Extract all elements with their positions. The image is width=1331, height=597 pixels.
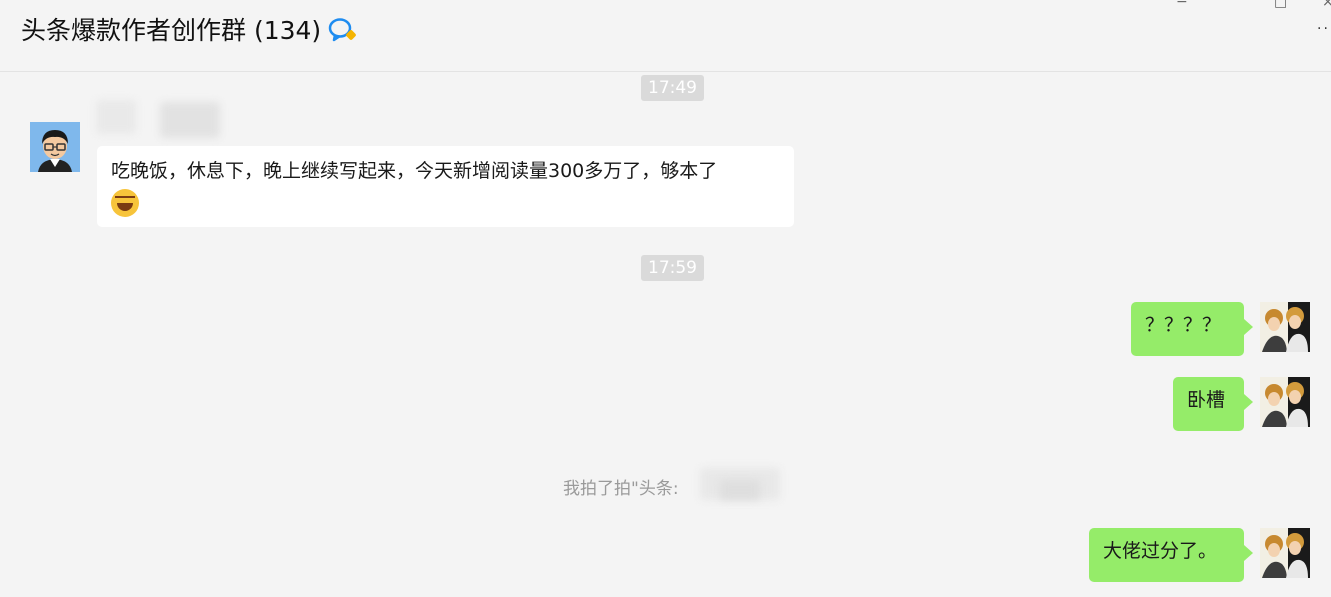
message-bubble-incoming[interactable]: 吃晚饭，休息下，晚上继续写起来，今天新增阅读量300多万了，够本了 xyxy=(97,146,794,227)
message-bubble-outgoing[interactable]: ？？？？ xyxy=(1131,302,1253,356)
blurred-sender-name xyxy=(96,100,136,134)
my-avatar[interactable] xyxy=(1260,377,1310,427)
blurred-name xyxy=(720,480,760,500)
message-text: 大佬过分了。 xyxy=(1103,540,1218,562)
sender-avatar[interactable] xyxy=(30,122,80,172)
blurred-sender-name xyxy=(160,102,220,138)
minimize-icon[interactable]: − xyxy=(1176,0,1188,10)
close-icon[interactable]: × xyxy=(1322,0,1331,10)
timestamp: 17:49 xyxy=(641,75,704,101)
message-text: ？？？？ xyxy=(1145,314,1222,336)
more-options-icon[interactable]: ·· xyxy=(1317,22,1331,44)
laughing-crying-emoji-icon xyxy=(111,188,139,217)
maximize-icon[interactable]: □ xyxy=(1274,0,1287,10)
message-text: 吃晚饭，休息下，晚上继续写起来，今天新增阅读量300多万了，够本了 xyxy=(111,160,718,182)
my-avatar[interactable] xyxy=(1260,302,1310,352)
timestamp: 17:59 xyxy=(641,255,704,281)
system-message: 我拍了拍"头条: xyxy=(563,479,679,499)
message-bubble-outgoing[interactable]: 卧槽 xyxy=(1173,377,1253,431)
my-avatar[interactable] xyxy=(1260,528,1310,578)
chat-title-row: 头条爆款作者创作群 (134) xyxy=(21,11,357,47)
chat-bubble-icon[interactable] xyxy=(327,15,357,43)
message-bubble-outgoing[interactable]: 大佬过分了。 xyxy=(1089,528,1253,582)
chat-header: 头条爆款作者创作群 (134) − □ × ·· xyxy=(0,0,1331,72)
message-text: 卧槽 xyxy=(1187,389,1226,411)
chat-title[interactable]: 头条爆款作者创作群 (134) xyxy=(21,11,321,47)
